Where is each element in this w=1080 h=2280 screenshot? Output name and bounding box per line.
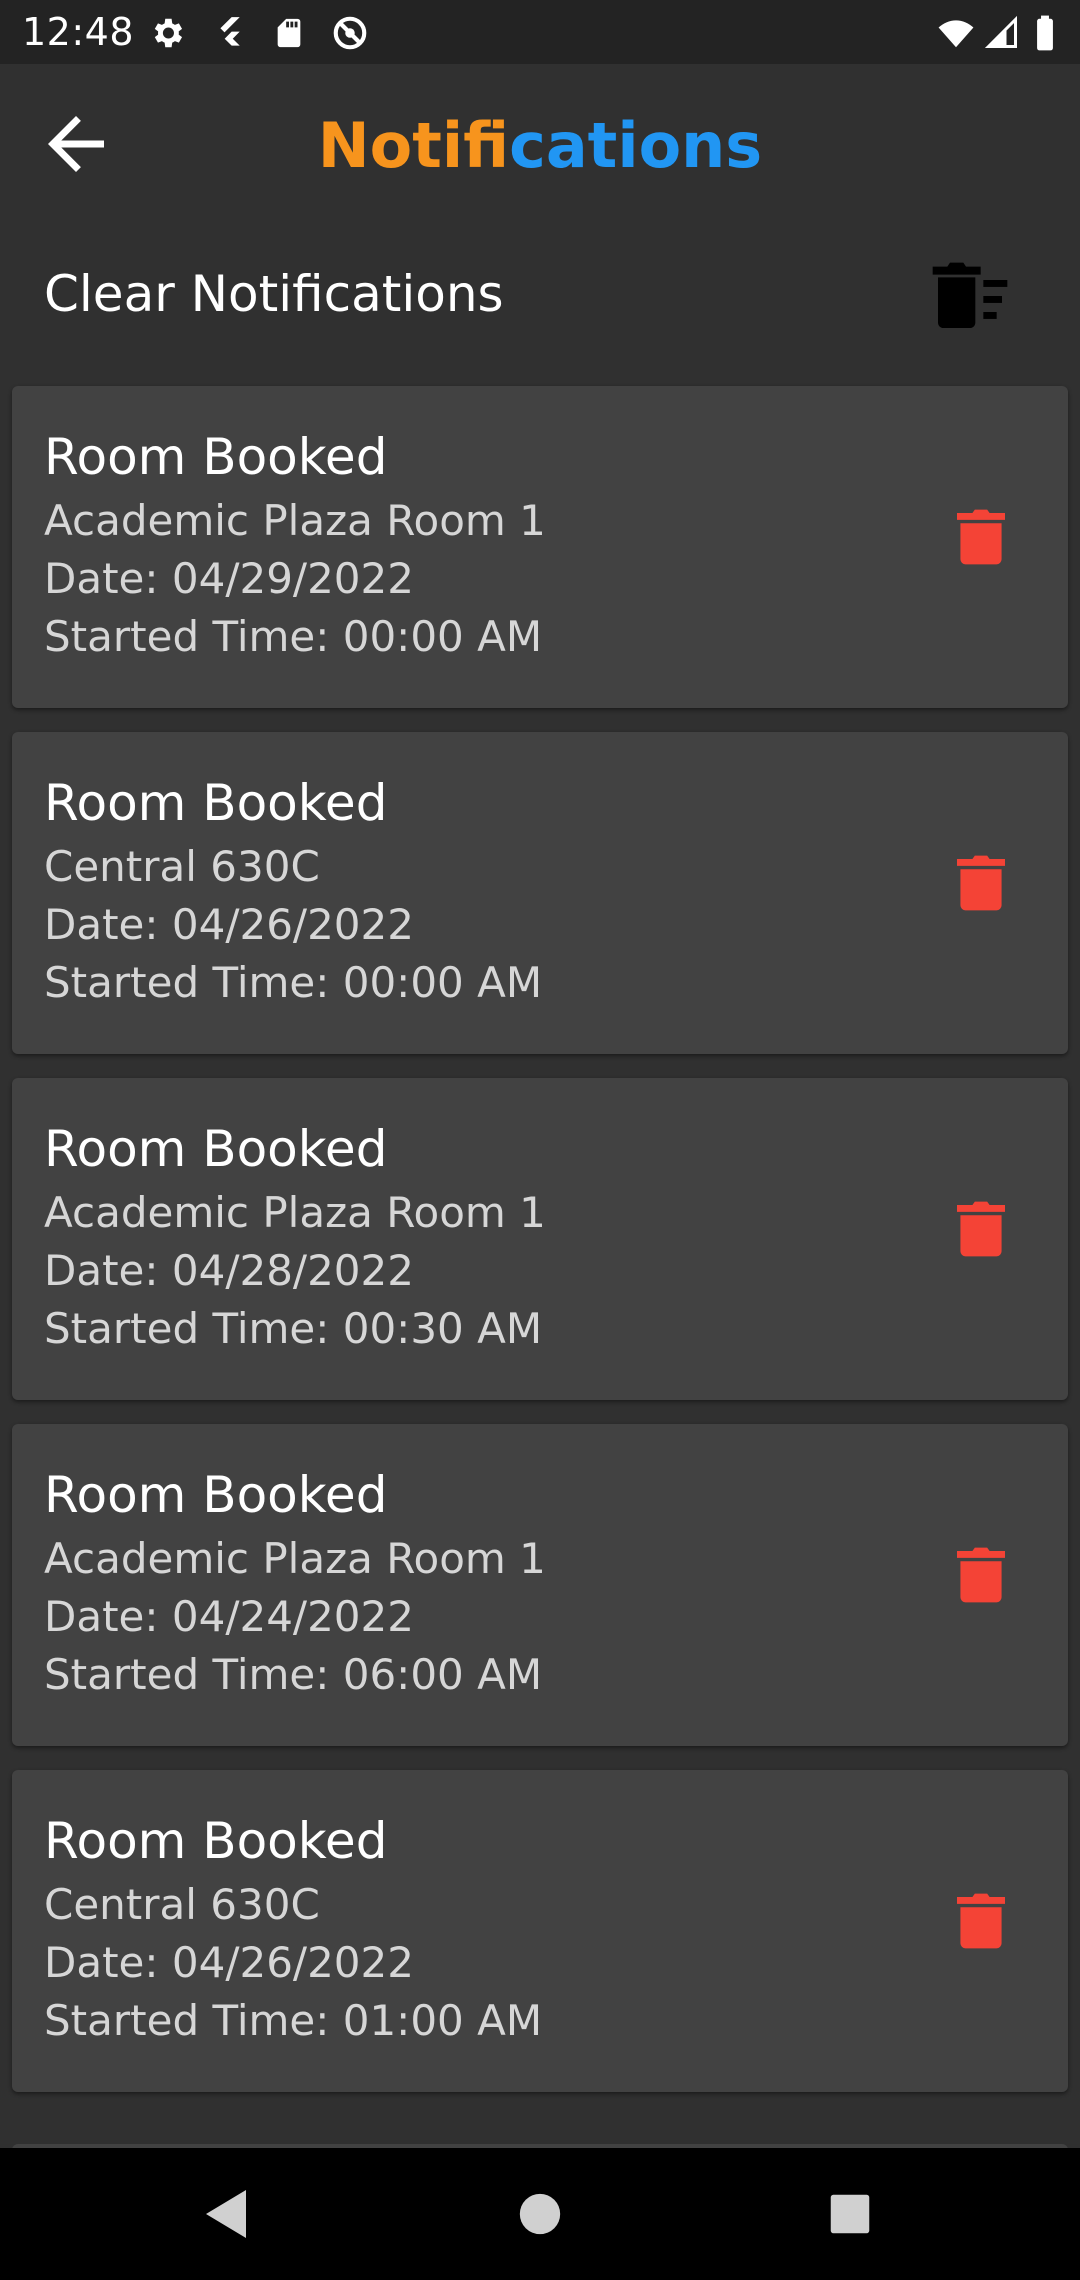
delete-notification-button[interactable] xyxy=(942,844,1020,922)
notification-card[interactable]: Room Booked Academic Plaza Room 1 Date: … xyxy=(12,386,1068,708)
notification-card[interactable]: Room Booked Central 630C Date: 04/26/202… xyxy=(12,1770,1068,2092)
notification-date: Date: 04/24/2022 xyxy=(44,1592,414,1641)
nav-recents-button[interactable] xyxy=(814,2178,886,2250)
clear-notifications-label: Clear Notifications xyxy=(44,265,504,323)
notification-title: Room Booked xyxy=(44,1812,388,1870)
notification-date: Date: 04/28/2022 xyxy=(44,1246,414,1295)
status-bar: 12:48 xyxy=(0,0,1080,64)
system-nav-bar xyxy=(0,2148,1080,2280)
notification-date: Date: 04/26/2022 xyxy=(44,900,414,949)
page-title-part-2: cations xyxy=(509,109,763,182)
page-title: Notifications xyxy=(0,108,1080,184)
trash-icon xyxy=(957,1201,1005,1257)
trash-icon xyxy=(957,1893,1005,1949)
notification-title: Room Booked xyxy=(44,1120,388,1178)
nav-recents-icon xyxy=(830,2194,870,2234)
nav-home-icon xyxy=(519,2193,561,2235)
notification-room: Academic Plaza Room 1 xyxy=(44,1188,546,1237)
notification-card[interactable]: Room Booked Central 630C Date: 04/26/202… xyxy=(12,732,1068,1054)
gear-icon xyxy=(154,18,183,48)
nav-home-button[interactable] xyxy=(504,2178,576,2250)
notifications-screen: 12:48 Notifications Clear Notifications … xyxy=(0,0,1080,2280)
notification-room: Central 630C xyxy=(44,842,320,891)
battery-icon xyxy=(1037,15,1053,51)
delete-notification-button[interactable] xyxy=(942,1190,1020,1268)
delete-notification-button[interactable] xyxy=(942,1882,1020,1960)
sd-card-icon xyxy=(277,18,301,48)
notification-list: Room Booked Academic Plaza Room 1 Date: … xyxy=(12,386,1068,2116)
notification-date: Date: 04/29/2022 xyxy=(44,554,414,603)
notification-time: Started Time: 00:30 AM xyxy=(44,1304,543,1353)
notification-date: Date: 04/26/2022 xyxy=(44,1938,414,1987)
notification-time: Started Time: 00:00 AM xyxy=(44,958,543,1007)
page-title-part-1: Notifi xyxy=(317,109,510,182)
status-time: 12:48 xyxy=(22,10,135,54)
wifi-icon xyxy=(938,20,974,48)
trash-icon xyxy=(957,509,1005,565)
delete-sweep-icon xyxy=(932,262,1008,328)
notification-time: Started Time: 00:00 AM xyxy=(44,612,543,661)
flutter-icon xyxy=(220,17,240,46)
trash-icon xyxy=(957,855,1005,911)
notification-card[interactable]: Room Booked Academic Plaza Room 1 Date: … xyxy=(12,1424,1068,1746)
notification-card[interactable]: Room Booked Academic Plaza Room 1 Date: … xyxy=(12,1078,1068,1400)
nav-back-icon xyxy=(206,2190,246,2238)
delete-notification-button[interactable] xyxy=(942,498,1020,576)
notification-title: Room Booked xyxy=(44,428,388,486)
nav-back-button[interactable] xyxy=(190,2178,262,2250)
delete-notification-button[interactable] xyxy=(942,1536,1020,1614)
at-sign-icon xyxy=(333,16,367,50)
app-bar: Notifications xyxy=(0,64,1080,224)
clear-notifications-row: Clear Notifications xyxy=(0,224,1080,364)
clear-all-button[interactable] xyxy=(930,260,1010,332)
notification-title: Room Booked xyxy=(44,774,388,832)
signal-icon xyxy=(984,15,1017,48)
notification-time: Started Time: 06:00 AM xyxy=(44,1650,543,1699)
notification-room: Academic Plaza Room 1 xyxy=(44,496,546,545)
notification-room: Academic Plaza Room 1 xyxy=(44,1534,546,1583)
notification-title: Room Booked xyxy=(44,1466,388,1524)
notification-time: Started Time: 01:00 AM xyxy=(44,1996,543,2045)
notification-room: Central 630C xyxy=(44,1880,320,1929)
trash-icon xyxy=(957,1547,1005,1603)
